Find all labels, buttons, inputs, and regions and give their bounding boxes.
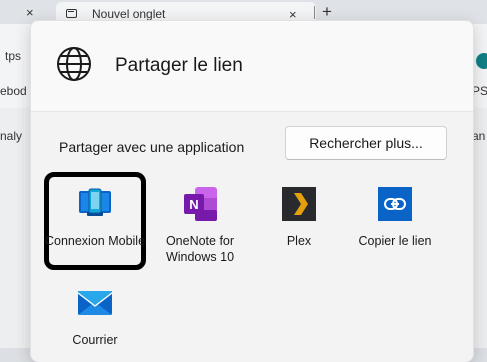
app-label: Copier le lien bbox=[358, 234, 432, 248]
app-tile-mail[interactable]: Courrier bbox=[47, 284, 143, 347]
app-tile-plex[interactable]: Plex bbox=[251, 185, 347, 271]
globe-icon bbox=[55, 45, 93, 83]
address-bar-fragment[interactable]: tps bbox=[5, 50, 21, 62]
plex-icon bbox=[280, 185, 318, 223]
app-label: OneNote for Windows 10 bbox=[165, 234, 235, 264]
app-tile-onenote[interactable]: N OneNote for Windows 10 bbox=[152, 185, 248, 271]
share-panel-body: Partager avec une application Rechercher… bbox=[31, 111, 473, 362]
search-more-button[interactable]: Rechercher plus... bbox=[285, 126, 447, 160]
app-tile-connexion-mobile[interactable]: Connexion Mobile bbox=[44, 172, 146, 271]
tab-separator bbox=[314, 6, 315, 19]
share-panel-header: Partager le lien bbox=[31, 21, 473, 111]
phone-link-icon bbox=[76, 185, 114, 223]
page-text-fragment: naly bbox=[0, 129, 23, 143]
app-label: Courrier bbox=[72, 333, 118, 347]
page-text-fragment-right: an bbox=[472, 129, 486, 143]
app-label: Connexion Mobile bbox=[44, 234, 146, 248]
profile-avatar[interactable] bbox=[476, 53, 487, 69]
onenote-icon: N bbox=[181, 185, 219, 223]
copy-link-icon bbox=[376, 185, 414, 223]
app-label: Plex bbox=[286, 234, 312, 248]
mail-icon bbox=[76, 284, 114, 322]
panel-title: Partager le lien bbox=[115, 55, 243, 76]
svg-text:N: N bbox=[189, 197, 198, 212]
close-tab-icon[interactable]: × bbox=[26, 6, 34, 19]
new-tab-icon[interactable]: + bbox=[322, 3, 332, 20]
favorites-bar-fragment[interactable]: ebod bbox=[0, 85, 27, 97]
page-icon bbox=[66, 9, 77, 18]
section-label: Partager avec une application bbox=[59, 139, 245, 155]
app-tile-copy-link[interactable]: Copier le lien bbox=[347, 185, 443, 271]
share-panel: Partager le lien Partager avec une appli… bbox=[30, 20, 474, 362]
tab-title: Nouvel onglet bbox=[92, 7, 166, 21]
favorites-bar-fragment-right[interactable]: PS bbox=[472, 85, 487, 97]
